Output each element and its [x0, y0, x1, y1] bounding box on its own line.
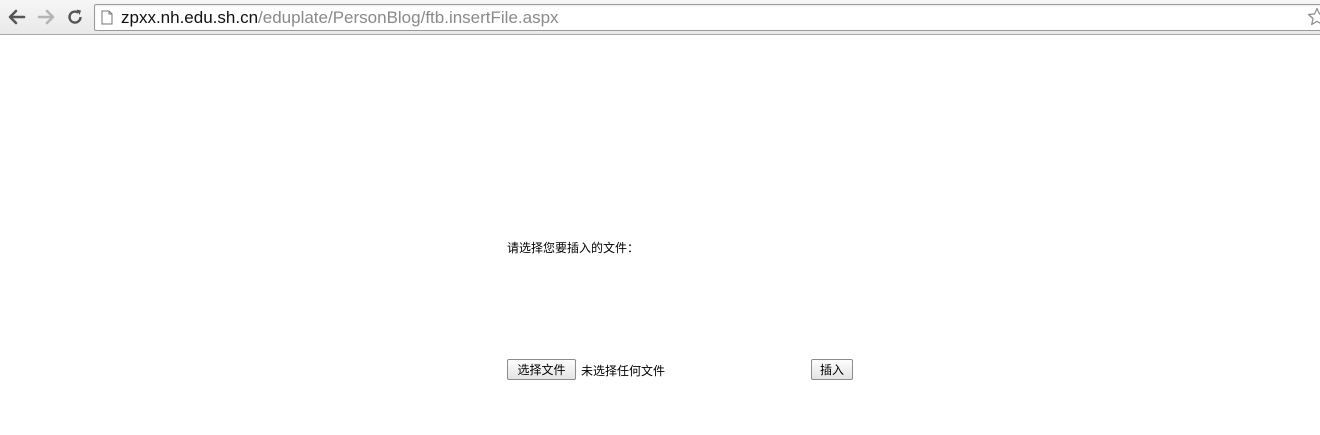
url-text: zpxx.nh.edu.sh.cn/eduplate/PersonBlog/ft…: [121, 8, 559, 28]
url-host: zpxx.nh.edu.sh.cn: [121, 8, 259, 27]
reload-icon: [68, 9, 82, 24]
url-path: /eduplate/PersonBlog/ftb.insertFile.aspx: [258, 8, 559, 27]
page-icon: [101, 10, 113, 25]
reload-button[interactable]: [62, 4, 88, 30]
insert-button[interactable]: 插入: [811, 359, 853, 380]
insert-file-prompt: 请选择您要插入的文件：: [507, 241, 640, 255]
file-status-text: 未选择任何文件: [581, 364, 666, 378]
browser-toolbar: zpxx.nh.edu.sh.cn/eduplate/PersonBlog/ft…: [0, 0, 1320, 35]
back-arrow-icon: [8, 9, 26, 25]
star-icon[interactable]: [1307, 7, 1320, 27]
back-button[interactable]: [4, 4, 30, 30]
address-bar[interactable]: zpxx.nh.edu.sh.cn/eduplate/PersonBlog/ft…: [94, 4, 1320, 31]
choose-file-button[interactable]: 选择文件: [507, 359, 576, 380]
forward-button[interactable]: [33, 4, 59, 30]
forward-arrow-icon: [37, 9, 55, 25]
